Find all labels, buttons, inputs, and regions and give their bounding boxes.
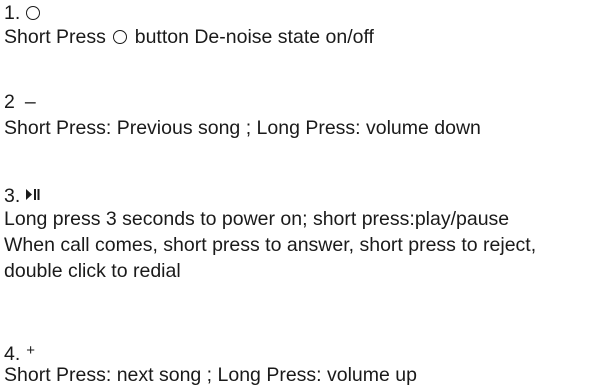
play-pause-icon	[26, 183, 40, 205]
item-3-line-2: When call comes, short press to answer, …	[4, 234, 537, 256]
minus-icon: –	[24, 91, 36, 113]
item-4-description: Short Press: next song ; Long Press: vol…	[4, 364, 417, 386]
circle-icon	[26, 6, 41, 20]
item-3-header: 3.	[4, 183, 40, 207]
circle-icon-inline	[113, 30, 128, 44]
plus-icon: +	[26, 342, 36, 359]
item-4-header: 4. +	[4, 340, 35, 365]
item-1-header: 1.	[4, 2, 41, 24]
item-4-number: 4.	[4, 343, 21, 365]
item-1-text-post: button De-noise state on/off	[134, 26, 374, 48]
item-2-header: 2–	[4, 91, 36, 113]
item-1-number: 1.	[4, 2, 21, 24]
item-1-text-pre: Short Press	[4, 26, 106, 48]
item-3-number: 3.	[4, 185, 21, 207]
item-1-description: Short Press button De-noise state on/off	[4, 26, 374, 48]
item-3-line-1: Long press 3 seconds to power on; short …	[4, 208, 510, 230]
item-3-line-3: double click to redial	[4, 260, 181, 282]
item-2-number: 2	[4, 91, 15, 113]
item-2-description: Short Press: Previous song ; Long Press:…	[4, 117, 481, 139]
